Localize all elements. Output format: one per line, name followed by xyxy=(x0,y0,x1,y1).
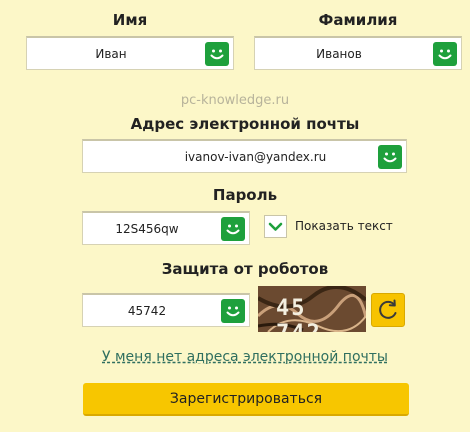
first-name-field[interactable] xyxy=(26,36,234,70)
first-name-label: Имя xyxy=(112,11,148,29)
refresh-icon xyxy=(379,299,397,319)
captcha-image: 45 742 xyxy=(258,286,366,332)
show-password-label[interactable]: Показать текст xyxy=(295,219,393,233)
last-name-field[interactable] xyxy=(254,36,462,70)
chevron-down-icon xyxy=(268,222,283,231)
last-name-valid-icon xyxy=(433,42,457,66)
captcha-valid-icon xyxy=(221,299,245,323)
email-field[interactable] xyxy=(82,139,407,173)
password-valid-icon xyxy=(221,217,245,241)
refresh-captcha-button[interactable] xyxy=(371,293,405,327)
show-password-checkbox[interactable] xyxy=(264,215,287,238)
first-name-valid-icon xyxy=(205,42,229,66)
password-field[interactable] xyxy=(82,211,250,245)
register-button[interactable]: Зарегистрироваться xyxy=(83,383,409,416)
first-name-input[interactable] xyxy=(27,38,195,69)
email-valid-icon xyxy=(378,145,402,169)
password-input[interactable] xyxy=(83,213,211,244)
captcha-image-text: 45 742 xyxy=(276,296,320,332)
captcha-field[interactable] xyxy=(82,293,250,327)
captcha-input[interactable] xyxy=(83,295,211,326)
captcha-label: Защита от роботов xyxy=(161,260,329,278)
password-label: Пароль xyxy=(212,186,278,204)
email-label: Адрес электронной почты xyxy=(130,115,360,133)
last-name-input[interactable] xyxy=(255,38,423,69)
email-input[interactable] xyxy=(83,141,368,172)
watermark: pc-knowledge.ru xyxy=(180,93,290,108)
last-name-label: Фамилия xyxy=(318,11,398,29)
no-email-link[interactable]: У меня нет адреса электронной почты xyxy=(0,349,470,365)
